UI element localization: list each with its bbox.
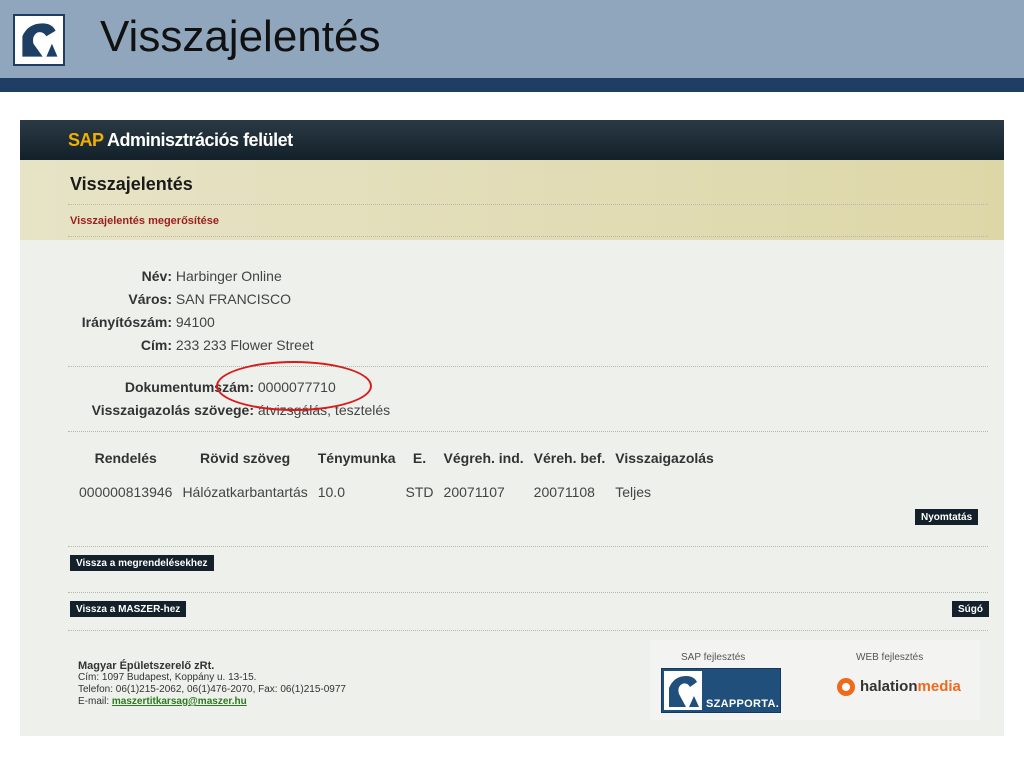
table-cell: 10.0 — [317, 484, 345, 500]
help-button[interactable]: Súgó — [952, 601, 989, 617]
web-dev-caption: WEB fejlesztés — [856, 652, 924, 663]
table-cell: Teljes — [615, 484, 652, 500]
table-cell: 000000813946 — [79, 484, 173, 500]
brand-suffix: Adminisztrációs felület — [107, 130, 293, 150]
column-header: Rövid szöveg — [199, 450, 291, 466]
header-stripe — [0, 78, 1024, 92]
slide-title: Visszajelentés — [100, 12, 381, 61]
column-header: Végreh. ind. — [443, 450, 524, 466]
table-cell: 20071107 — [443, 484, 505, 500]
divider — [68, 592, 988, 593]
company-info: Magyar Épületszerelő zRt. Cím: 1097 Buda… — [78, 660, 346, 708]
company-logo-icon — [13, 14, 65, 66]
company-phone: Telefon: 06(1)215-2062, 06(1)476-2070, F… — [78, 684, 346, 695]
divider — [68, 630, 988, 631]
szapporta-text: SZAPPORTA. — [706, 698, 780, 710]
city-value: SAN FRANCISCO — [175, 291, 292, 307]
annotation-circle — [216, 361, 372, 411]
email-link[interactable]: maszertitkarsag@maszer.hu — [112, 696, 247, 707]
divider — [68, 431, 988, 432]
sap-admin-screenshot: SAP Adminisztrációs felület Visszajelent… — [20, 120, 1004, 736]
back-to-maszer-button[interactable]: Vissza a MASZER-hez — [70, 601, 187, 617]
brand-prefix: SAP — [68, 130, 104, 150]
company-address: Cím: 1097 Budapest, Koppány u. 13-15. — [78, 672, 257, 683]
divider — [68, 546, 988, 547]
print-button[interactable]: Nyomtatás — [915, 509, 979, 525]
page-heading: Visszajelentés — [70, 174, 193, 194]
column-header: Rendelés — [94, 450, 157, 466]
divider — [68, 204, 988, 205]
divider — [68, 366, 988, 367]
table-cell: STD — [405, 484, 434, 500]
city-label: Város: — [128, 291, 172, 307]
name-field: Név: Harbinger Online — [72, 268, 282, 284]
back-to-orders-button[interactable]: Vissza a megrendelésekhez — [70, 555, 214, 571]
sap-top-bar: SAP Adminisztrációs felület — [20, 120, 1004, 160]
zip-field: Irányítószám: 94100 — [72, 314, 215, 330]
table-cell: 20071108 — [533, 484, 595, 500]
sub-heading: Visszajelentés megerősítése — [70, 215, 219, 227]
zip-label: Irányítószám: — [81, 314, 172, 330]
sap-brand: SAP Adminisztrációs felület — [68, 130, 293, 151]
address-field: Cím: 233 233 Flower Street — [72, 337, 314, 353]
column-header: Véreh. bef. — [533, 450, 606, 466]
column-header: Ténymunka — [317, 450, 396, 466]
company-name: Magyar Épületszerelő zRt. — [78, 660, 215, 672]
szapporta-mark-icon — [664, 671, 702, 710]
halation-text: halation — [860, 678, 918, 695]
table-row: 000000813946 Hálózatkarbantartás 10.0 ST… — [74, 484, 719, 500]
email-label: E-mail: — [78, 696, 110, 707]
divider — [68, 236, 988, 237]
company-email-line: E-mail: maszertitkarsag@maszer.hu — [78, 696, 346, 708]
szapporta-logo[interactable]: SZAPPORTA. — [661, 668, 781, 713]
slide-header: Visszajelentés — [0, 0, 1024, 92]
sap-dev-caption: SAP fejlesztés — [681, 652, 746, 663]
halationmedia-logo[interactable]: halationmedia — [837, 678, 961, 697]
column-header: Visszaigazolás — [615, 450, 714, 466]
halation-dot-icon — [837, 678, 855, 697]
confirmation-text-label: Visszaigazolás szövege: — [91, 402, 254, 418]
header-band — [20, 160, 1004, 240]
table-cell: Hálózatkarbantartás — [182, 484, 308, 500]
address-value: 233 233 Flower Street — [175, 337, 314, 353]
zip-value: 94100 — [175, 314, 215, 330]
address-label: Cím: — [140, 337, 172, 353]
column-header: E. — [412, 450, 427, 466]
name-value: Harbinger Online — [175, 268, 282, 284]
confirmation-table: Rendelés Rövid szöveg Ténymunka E. Végre… — [74, 450, 719, 500]
table-header-row: Rendelés Rövid szöveg Ténymunka E. Végre… — [74, 450, 719, 484]
city-field: Város: SAN FRANCISCO — [72, 291, 291, 307]
name-label: Név: — [141, 268, 172, 284]
media-text: media — [917, 678, 961, 695]
